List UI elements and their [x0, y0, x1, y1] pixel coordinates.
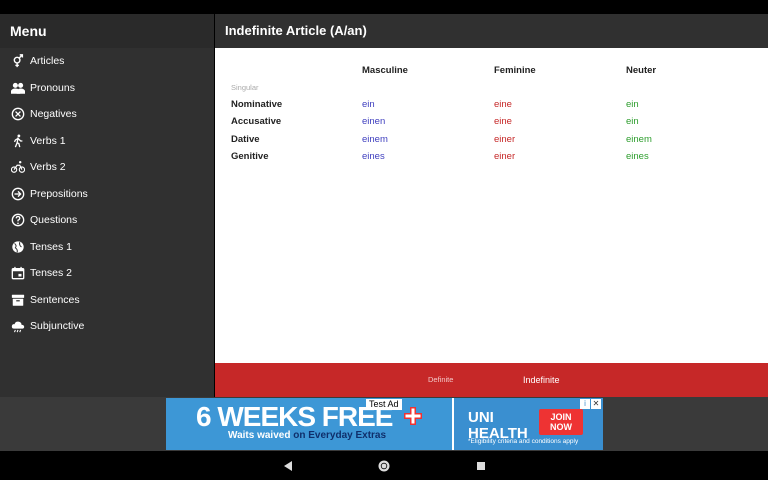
menu-title: Menu — [0, 14, 214, 48]
people-icon — [10, 80, 25, 95]
cell-nominative-masculine: ein — [362, 99, 375, 110]
system-nav-bar — [0, 451, 768, 480]
globe-icon — [10, 239, 25, 254]
row-label-nominative: Nominative — [231, 99, 283, 110]
sidebar-item-label: Verbs 2 — [30, 161, 66, 174]
ad-info-icon[interactable]: i — [580, 399, 590, 409]
plus-icon — [404, 407, 422, 425]
sidebar-item-prepositions[interactable]: Prepositions — [0, 181, 214, 208]
sidebar-item-label: Verbs 1 — [30, 134, 66, 147]
ad-headline: 6 WEEKS FREE — [196, 401, 393, 432]
home-icon[interactable] — [377, 459, 391, 473]
cell-dative-neuter: einem — [626, 134, 652, 145]
sidebar-item-label: Prepositions — [30, 187, 88, 200]
walk-icon — [10, 133, 25, 148]
cell-accusative-masculine: einen — [362, 116, 386, 127]
tab-definite[interactable]: Definite — [428, 363, 453, 397]
ad-join-button[interactable]: JOIN NOW — [539, 409, 583, 435]
tab-indefinite[interactable]: Indefinite — [523, 363, 560, 397]
sidebar-item-label: Sentences — [30, 293, 80, 306]
cell-dative-masculine: einem — [362, 134, 388, 145]
cell-genitive-masculine: eines — [362, 151, 385, 162]
status-bar — [0, 0, 768, 14]
sidebar-item-tenses-2[interactable]: Tenses 2 — [0, 260, 214, 287]
ad-close-icon[interactable]: ✕ — [591, 399, 601, 409]
sidebar-list: Articles Pronouns Negatives Verbs 1 Verb… — [0, 48, 214, 340]
sidebar-item-questions[interactable]: Questions — [0, 207, 214, 234]
ad-subline: Waits waived on Everyday Extras — [228, 430, 386, 441]
bottom-tab-bar: Definite Indefinite — [215, 363, 768, 397]
gender-icon — [10, 54, 25, 69]
sidebar-item-tenses-1[interactable]: Tenses 1 — [0, 234, 214, 261]
cell-nominative-feminine: eine — [494, 99, 512, 110]
sidebar: Menu Articles Pronouns Negatives Verbs 1 — [0, 14, 214, 398]
app-bar: Indefinite Article (A/an) — [215, 14, 768, 48]
sidebar-item-label: Tenses 2 — [30, 267, 73, 280]
archive-icon — [10, 292, 25, 307]
page-title: Indefinite Article (A/an) — [225, 23, 367, 38]
row-label-accusative: Accusative — [231, 116, 282, 127]
article-table: Masculine Feminine Neuter Singular Nomin… — [215, 48, 768, 363]
test-ad-badge: Test Ad — [366, 399, 402, 410]
sidebar-item-subjunctive[interactable]: Subjunctive — [0, 313, 214, 340]
weather-cloud-icon — [10, 319, 25, 334]
cell-accusative-feminine: eine — [494, 116, 512, 127]
sidebar-item-articles[interactable]: Articles — [0, 48, 214, 75]
row-label-genitive: Genitive — [231, 151, 269, 162]
sidebar-item-negatives[interactable]: Negatives — [0, 101, 214, 128]
cell-nominative-neuter: ein — [626, 99, 639, 110]
column-header-masculine: Masculine — [362, 65, 408, 76]
sidebar-item-label: Tenses 1 — [30, 240, 73, 253]
cell-dative-feminine: einer — [494, 134, 516, 145]
help-circle-icon — [10, 213, 25, 228]
sidebar-item-label: Articles — [30, 55, 65, 68]
ad-banner[interactable]: 6 WEEKS FREE Waits waived on Everyday Ex… — [166, 398, 603, 450]
cell-genitive-neuter: eines — [626, 151, 649, 162]
row-label-dative: Dative — [231, 134, 260, 145]
sidebar-item-label: Negatives — [30, 108, 77, 121]
back-icon[interactable] — [281, 459, 295, 473]
bike-icon — [10, 160, 25, 175]
sidebar-item-label: Subjunctive — [30, 320, 85, 333]
cell-accusative-neuter: ein — [626, 116, 639, 127]
sidebar-item-verbs-2[interactable]: Verbs 2 — [0, 154, 214, 181]
ad-banner-area: 6 WEEKS FREE Waits waived on Everyday Ex… — [0, 397, 768, 451]
section-label-singular: Singular — [231, 83, 259, 92]
sidebar-item-label: Questions — [30, 214, 78, 227]
calendar-icon — [10, 266, 25, 281]
ad-fine-print: *Eligibility criteria and conditions app… — [468, 438, 579, 445]
recents-icon[interactable] — [474, 459, 488, 473]
sidebar-item-pronouns[interactable]: Pronouns — [0, 75, 214, 102]
column-header-neuter: Neuter — [626, 65, 657, 76]
arrow-circle-icon — [10, 186, 25, 201]
ad-sub-lead: Waits waived — [228, 430, 291, 441]
sidebar-item-verbs-1[interactable]: Verbs 1 — [0, 128, 214, 155]
cancel-circle-icon — [10, 107, 25, 122]
sidebar-item-sentences[interactable]: Sentences — [0, 287, 214, 314]
cell-genitive-feminine: einer — [494, 151, 516, 162]
sidebar-item-label: Pronouns — [30, 81, 75, 94]
ad-sub-accent: on Everyday Extras — [293, 430, 387, 441]
column-header-feminine: Feminine — [494, 65, 536, 76]
